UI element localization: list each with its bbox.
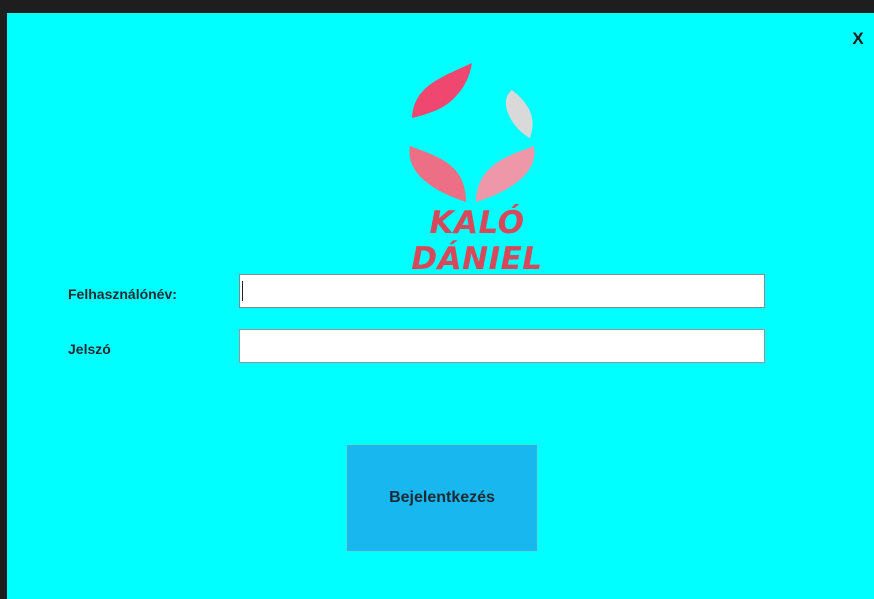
- password-input[interactable]: [239, 329, 765, 363]
- diamond-petal-logo-icon: [409, 63, 535, 202]
- login-button[interactable]: Bejelentkezés: [347, 445, 537, 551]
- username-label: Felhasználónév:: [68, 286, 177, 302]
- password-label: Jelszó: [68, 341, 111, 357]
- close-button[interactable]: X: [850, 30, 866, 48]
- brand-name: KALÓ DÁNIEL: [411, 205, 543, 277]
- text-cursor: [242, 281, 243, 301]
- username-input[interactable]: [239, 274, 765, 308]
- login-window: X KALÓ DÁNIEL Felhasználónév: Jelszó Bej…: [7, 13, 874, 599]
